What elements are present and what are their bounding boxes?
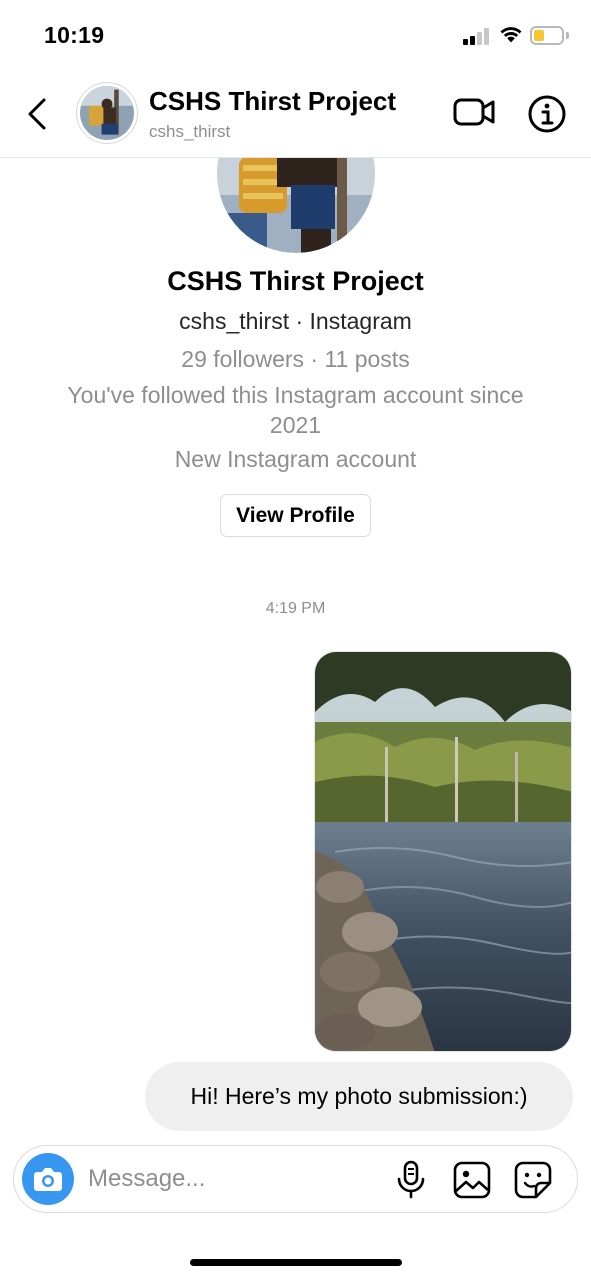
message-timestamp: 4:19 PM	[265, 600, 326, 617]
chat-username: cshs_thirst	[149, 122, 231, 141]
view-profile-button[interactable]: View Profile	[220, 494, 371, 537]
photo-message[interactable]	[314, 651, 572, 1052]
chat-title[interactable]: CSHS Thirst Project	[149, 86, 396, 117]
chevron-left-icon[interactable]	[22, 94, 52, 134]
wifi-icon	[500, 27, 522, 43]
status-time: 10:19	[44, 22, 105, 48]
message-input[interactable]	[88, 1158, 378, 1200]
cellular-signal-icon	[463, 27, 491, 45]
follow-since-text: You've followed this Instagram account s…	[67, 382, 524, 438]
profile-stats: 29 followers · 11 posts	[181, 346, 410, 372]
message-composer	[13, 1145, 578, 1213]
new-account-note: New Instagram account	[174, 446, 417, 472]
avatar-photo	[80, 86, 134, 140]
microphone-icon[interactable]	[395, 1160, 427, 1200]
chat-header: CSHS Thirst Project cshs_thirst	[0, 70, 591, 158]
header-avatar[interactable]	[76, 82, 138, 144]
status-bar: 10:19	[0, 0, 591, 70]
text-message[interactable]: Hi! Here’s my photo submission:)	[145, 1062, 573, 1131]
gallery-icon[interactable]	[453, 1161, 491, 1199]
profile-handle: cshs_thirst · Instagram	[179, 308, 412, 334]
battery-icon	[530, 26, 564, 45]
battery-tip	[566, 32, 569, 39]
river-photo	[315, 652, 571, 1051]
camera-button[interactable]	[22, 1153, 74, 1205]
battery-level	[534, 30, 544, 41]
sticker-icon[interactable]	[514, 1161, 552, 1199]
home-indicator[interactable]	[190, 1259, 402, 1266]
camera-icon	[34, 1168, 62, 1191]
profile-name: CSHS Thirst Project	[167, 266, 424, 296]
video-call-icon[interactable]	[453, 94, 495, 130]
info-icon[interactable]	[527, 94, 567, 134]
